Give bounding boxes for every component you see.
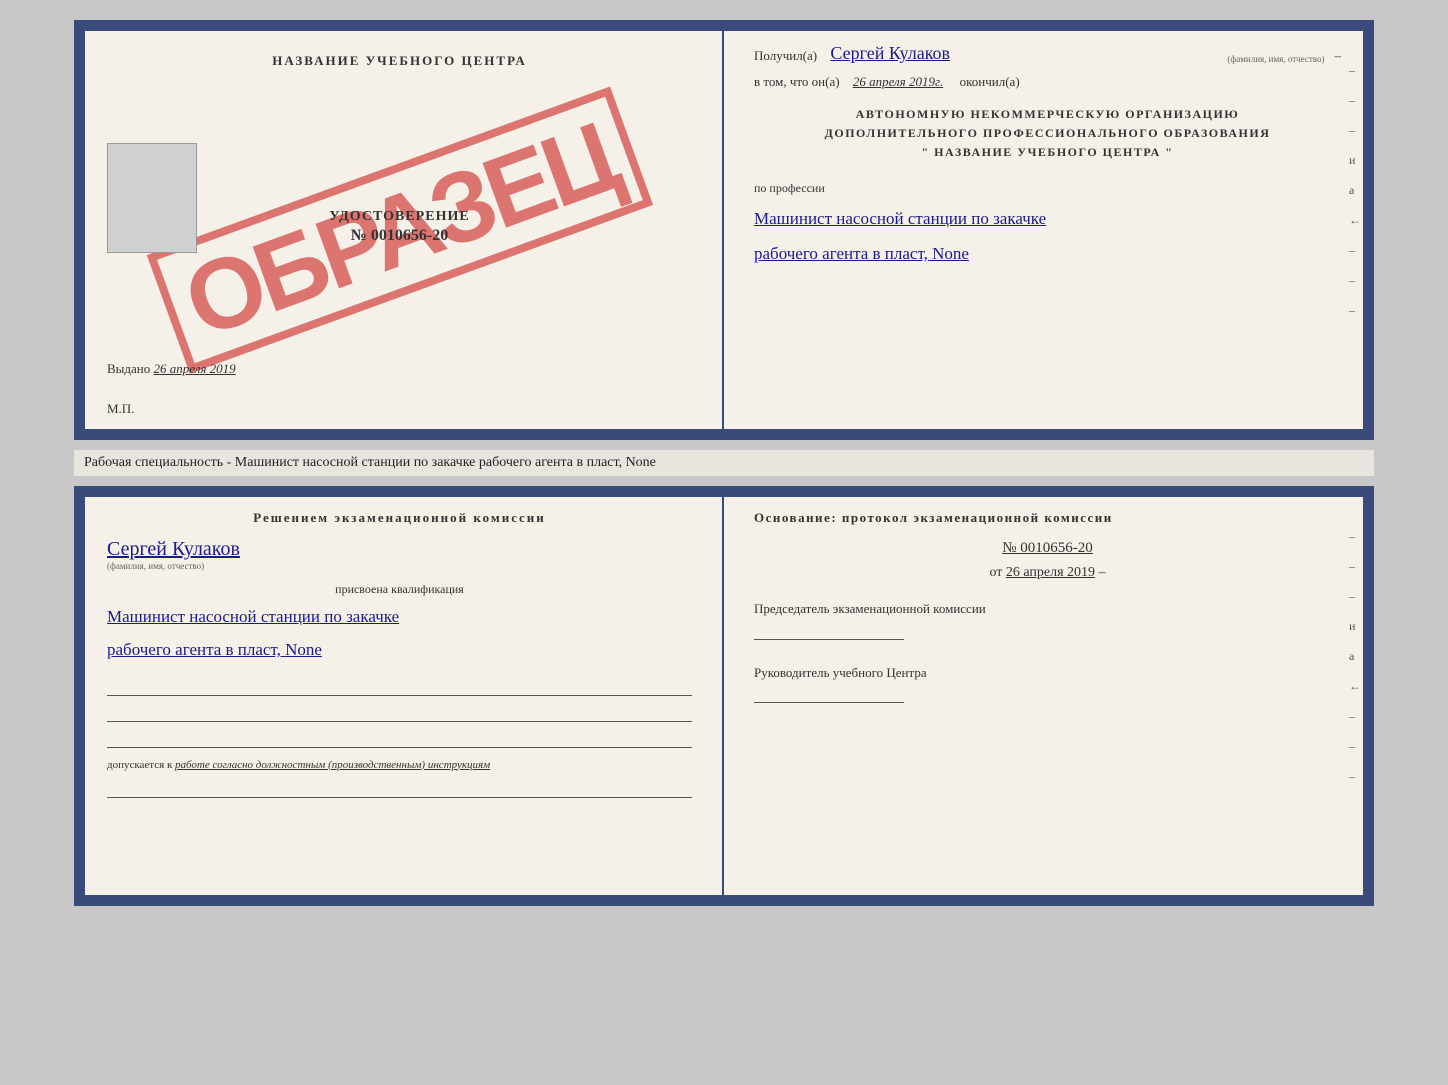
certificate-number: № 0010656-20 — [351, 227, 448, 245]
person-block: Сергей Кулаков (фамилия, имя, отчество) — [107, 533, 692, 571]
blank-line-1 — [107, 680, 692, 696]
allowed-work: допускается к работе согласно должностны… — [107, 759, 692, 771]
dash-4: – — [1349, 243, 1361, 258]
photo-placeholder — [107, 143, 197, 253]
qualification-line1: Машинист насосной станции по закачке — [107, 603, 692, 630]
left-panel: НАЗВАНИЕ УЧЕБНОГО ЦЕНТРА ОБРАЗЕЦ УДОСТОВ… — [77, 23, 724, 437]
document-container: НАЗВАНИЕ УЧЕБНОГО ЦЕНТРА ОБРАЗЕЦ УДОСТОВ… — [74, 20, 1374, 906]
issued-prefix: Выдано — [107, 361, 150, 376]
br-dash-arrow: ← — [1349, 679, 1361, 694]
blank-line-4 — [107, 782, 692, 798]
chairman-label: Председатель экзаменационной комиссии — [754, 599, 1341, 619]
bottom-document: Решением экзаменационной комиссии Сергей… — [74, 486, 1374, 906]
br-dash-a: а — [1349, 649, 1361, 664]
br-dash-3: – — [1349, 589, 1361, 604]
qualification-line2: рабочего агента в пласт, None — [107, 636, 692, 663]
date-row: в том, что он(а) 26 апреля 2019г. окончи… — [754, 74, 1341, 90]
protocol-number: № 0010656-20 — [754, 540, 1341, 557]
commission-title: Решением экзаменационной комиссии — [107, 509, 692, 527]
br-dash-5: – — [1349, 739, 1361, 754]
org-line2: ДОПОЛНИТЕЛЬНОГО ПРОФЕССИОНАЛЬНОГО ОБРАЗО… — [754, 124, 1341, 143]
head-signature-line — [754, 687, 904, 703]
commission-name: Сергей Кулаков — [107, 538, 692, 561]
profession-line2: рабочего агента в пласт, None — [754, 241, 1341, 267]
protocol-date-dash: – — [1099, 565, 1106, 580]
br-dash-2: – — [1349, 559, 1361, 574]
received-name: Сергей Кулаков — [830, 43, 1222, 64]
blank-line-bottom — [107, 782, 692, 798]
dash-arrow: ← — [1349, 213, 1361, 228]
dash-6: – — [1349, 303, 1361, 318]
dash-3: – — [1349, 123, 1361, 138]
blank-line-3 — [107, 732, 692, 748]
date-prefix: в том, что он(а) — [754, 74, 840, 90]
blank-line-2 — [107, 706, 692, 722]
org-line1: АВТОНОМНУЮ НЕКОММЕРЧЕСКУЮ ОРГАНИЗАЦИЮ — [754, 105, 1341, 124]
org-line3: " НАЗВАНИЕ УЧЕБНОГО ЦЕНТРА " — [754, 143, 1341, 162]
assigned-label: присвоена квалификация — [107, 582, 692, 597]
chairman-signature-line — [754, 624, 904, 640]
profession-label: по профессии — [754, 181, 1341, 196]
certificate-label: УДОСТОВЕРЕНИЕ — [329, 209, 469, 225]
received-prefix: Получил(а) — [754, 48, 817, 64]
bottom-left-panel: Решением экзаменационной комиссии Сергей… — [77, 489, 724, 903]
top-document: НАЗВАНИЕ УЧЕБНОГО ЦЕНТРА ОБРАЗЕЦ УДОСТОВ… — [74, 20, 1374, 440]
issued-date: 26 апреля 2019 — [154, 361, 236, 376]
basis-title: Основание: протокол экзаменационной коми… — [754, 509, 1341, 527]
dash-5: – — [1349, 273, 1361, 288]
training-center-title-top: НАЗВАНИЕ УЧЕБНОГО ЦЕНТРА — [272, 53, 527, 69]
profession-line1: Машинист насосной станции по закачке — [754, 206, 1341, 232]
issued-row: Выдано 26 апреля 2019 — [107, 361, 692, 377]
bottom-right-panel: – – – и а ← – – – Основание: протокол эк… — [724, 489, 1371, 903]
middle-text-content: Рабочая специальность - Машинист насосно… — [84, 455, 656, 470]
right-panel-top: – – – и а ← – – – Получил(а) Сергей Кула… — [724, 23, 1371, 437]
allowed-text: работе согласно должностным (производств… — [175, 759, 490, 771]
name-subtitle-bottom: (фамилия, имя, отчество) — [107, 561, 692, 571]
br-dash-1: – — [1349, 529, 1361, 544]
protocol-date-row: от 26 апреля 2019 – — [754, 565, 1341, 581]
head-block: Руководитель учебного Центра — [754, 663, 1341, 704]
allowed-prefix: допускается к — [107, 759, 172, 771]
br-dash-6: – — [1349, 769, 1361, 784]
right-side-dashes: – – – и а ← – – – — [1349, 63, 1361, 318]
received-row: Получил(а) Сергей Кулаков (фамилия, имя,… — [754, 43, 1341, 64]
bottom-lines — [107, 680, 692, 748]
dash-i: и — [1349, 153, 1361, 168]
date-value: 26 апреля 2019г. — [853, 74, 943, 90]
middle-text: Рабочая специальность - Машинист насосно… — [74, 450, 1374, 476]
br-side-dashes: – – – и а ← – – – — [1349, 529, 1361, 784]
dash-after-name: – — [1335, 48, 1342, 64]
org-block: АВТОНОМНУЮ НЕКОММЕРЧЕСКУЮ ОРГАНИЗАЦИЮ ДО… — [754, 105, 1341, 163]
dash-a: а — [1349, 183, 1361, 198]
dash-1: – — [1349, 63, 1361, 78]
name-hint-top: (фамилия, имя, отчество) — [1227, 54, 1324, 64]
br-dash-i: и — [1349, 619, 1361, 634]
head-label: Руководитель учебного Центра — [754, 663, 1341, 683]
protocol-date: 26 апреля 2019 — [1006, 565, 1095, 580]
dash-2: – — [1349, 93, 1361, 108]
br-dash-4: – — [1349, 709, 1361, 724]
protocol-date-prefix: от — [989, 565, 1002, 580]
chairman-block: Председатель экзаменационной комиссии — [754, 599, 1341, 640]
finished-label: окончил(а) — [960, 74, 1020, 90]
mp-label: М.П. — [107, 401, 134, 417]
